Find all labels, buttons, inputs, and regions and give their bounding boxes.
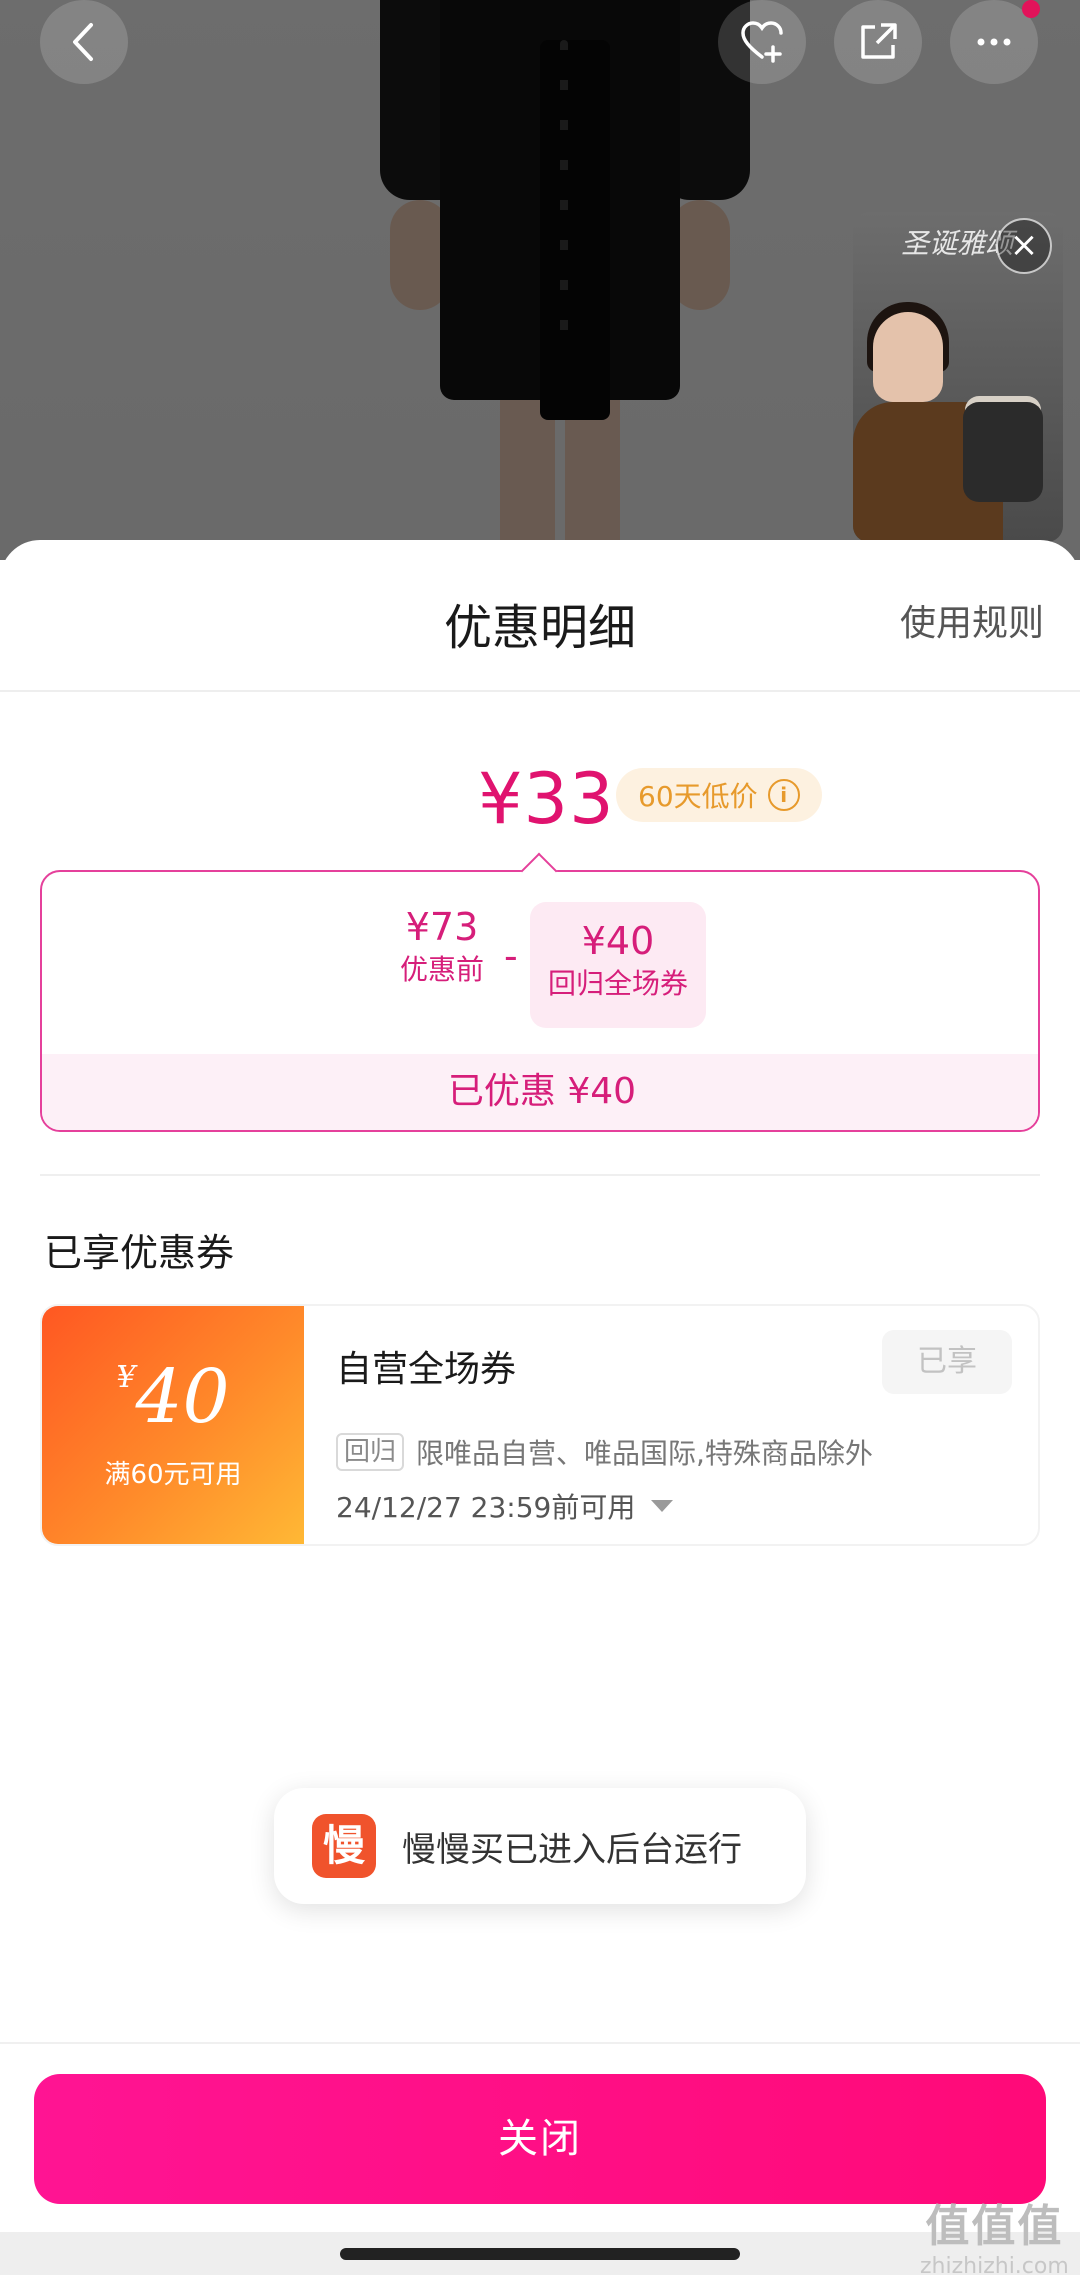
final-price: ¥33 — [478, 758, 615, 840]
usage-rules-link[interactable]: 使用规则 — [900, 594, 1044, 646]
original-price-value: ¥73 — [405, 905, 479, 949]
coupon-name: 自营全场券 — [336, 1349, 517, 1390]
coupon-discount-block: ¥40 回归全场券 — [530, 902, 706, 1028]
back-button[interactable] — [40, 0, 128, 84]
price-breakdown: ¥73 优惠前 - ¥40 回归全场券 已优惠 ¥40 — [40, 870, 1040, 1132]
coupon-expiry-text: 24/12/27 23:59前可用 — [336, 1491, 636, 1524]
low-price-badge-label: 60天低价 — [638, 780, 758, 813]
coupon-currency: ¥ — [116, 1360, 136, 1395]
toast-message: 慢慢买已进入后台运行 — [402, 1829, 742, 1870]
heart-plus-icon — [741, 21, 783, 63]
watermark: 值值值 zhizhizhi.com — [920, 2190, 1069, 2275]
video-person-face — [873, 312, 943, 402]
divider — [40, 1174, 1040, 1176]
applied-coupons-title: 已享优惠券 — [44, 1231, 235, 1275]
coupon-description: 回归 限唯品自营、唯品国际,特殊商品除外 — [336, 1432, 873, 1472]
watermark-site: zhizhizhi.com — [920, 2254, 1069, 2275]
coupon-status-button[interactable]: 已享 — [882, 1330, 1012, 1394]
minus-sign: - — [504, 934, 518, 978]
manmanmai-app-icon: 慢 — [312, 1814, 376, 1878]
divider — [0, 690, 1080, 692]
original-price-label: 优惠前 — [399, 953, 484, 986]
watermark-logo: 值值值 — [925, 2201, 1064, 2252]
home-indicator[interactable] — [340, 2248, 740, 2260]
info-icon: i — [767, 779, 800, 811]
product-image-area: 圣诞雅颂 × — [0, 0, 1080, 560]
share-icon — [861, 23, 897, 59]
coupon-card[interactable]: ¥40 满60元可用 自营全场券 已享 回归 限唯品自营、唯品国际,特殊商品除外… — [40, 1304, 1040, 1546]
chevron-left-icon — [73, 23, 93, 61]
original-price-block: ¥73 优惠前 — [382, 902, 502, 988]
discount-detail-sheet: 优惠明细 使用规则 ¥33 60天低价 i ¥73 优惠前 - ¥40 回归全场… — [0, 540, 1080, 2275]
favorite-button[interactable] — [718, 0, 806, 84]
chevron-down-icon — [651, 1500, 674, 1512]
coupon-amount-value: 40 — [135, 1354, 230, 1440]
low-price-badge[interactable]: 60天低价 i — [616, 768, 822, 822]
background-running-toast: 慢 慢慢买已进入后台运行 — [274, 1788, 806, 1904]
coupon-perforation — [296, 1306, 312, 1544]
coupon-amount: ¥40 — [42, 1354, 304, 1440]
divider — [0, 2042, 1080, 2044]
coupon-discount-value: ¥40 — [581, 919, 655, 963]
video-close-icon[interactable]: × — [996, 218, 1052, 274]
coupon-condition: 满60元可用 — [104, 1460, 242, 1490]
notification-dot — [1022, 0, 1040, 18]
coupon-tag: 回归 — [336, 1433, 405, 1471]
more-dots-icon — [977, 38, 1011, 46]
video-boot — [963, 402, 1043, 502]
close-button[interactable]: 关闭 — [34, 2074, 1046, 2204]
total-saved: 已优惠 ¥40 — [42, 1054, 1038, 1130]
share-button[interactable] — [834, 0, 922, 84]
coupon-expiry[interactable]: 24/12/27 23:59前可用 — [336, 1486, 674, 1526]
coupon-value-panel: ¥40 满60元可用 — [42, 1306, 304, 1544]
coupon-discount-label: 回归全场券 — [547, 967, 688, 1000]
coupon-scope: 限唯品自营、唯品国际,特殊商品除外 — [416, 1437, 873, 1470]
